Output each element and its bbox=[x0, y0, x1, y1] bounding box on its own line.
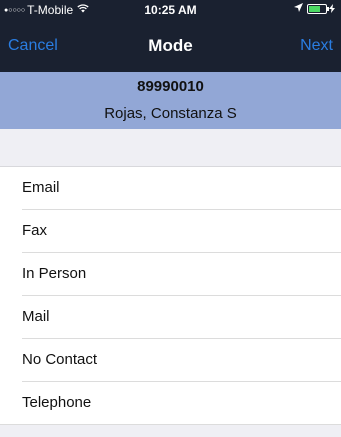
mode-option-label: Mail bbox=[22, 308, 50, 325]
mode-option-mail[interactable]: Mail bbox=[0, 296, 341, 339]
battery-fill bbox=[309, 6, 321, 12]
battery-icon bbox=[307, 4, 329, 14]
status-time: 10:25 AM bbox=[144, 3, 197, 17]
battery-nub bbox=[327, 7, 329, 11]
mode-option-email[interactable]: Email bbox=[0, 167, 341, 210]
list-footer bbox=[0, 429, 341, 437]
row-divider bbox=[0, 424, 341, 425]
status-bar: ●○○○○ T-Mobile 10:25 AM bbox=[0, 0, 341, 20]
status-right bbox=[294, 3, 335, 15]
location-arrow-icon bbox=[294, 3, 303, 15]
mode-option-no-contact[interactable]: No Contact bbox=[0, 339, 341, 382]
mode-option-label: Fax bbox=[22, 222, 48, 239]
next-button[interactable]: Next bbox=[300, 37, 333, 55]
record-name: Rojas, Constanza S bbox=[104, 105, 237, 122]
charging-bolt-icon bbox=[329, 3, 335, 15]
record-header: 89990010 Rojas, Constanza S bbox=[0, 72, 341, 129]
mode-option-label: No Contact bbox=[22, 351, 98, 368]
mode-list: Email Fax In Person Mail No Contact Tele… bbox=[0, 167, 341, 425]
record-id: 89990010 bbox=[137, 78, 204, 95]
mode-option-fax[interactable]: Fax bbox=[0, 210, 341, 253]
mode-option-telephone[interactable]: Telephone bbox=[0, 382, 341, 425]
mode-option-label: In Person bbox=[22, 265, 87, 282]
page-title: Mode bbox=[148, 36, 193, 55]
navigation-bar: Cancel Mode Next bbox=[0, 20, 341, 72]
mode-option-label: Email bbox=[22, 179, 60, 196]
mode-option-label: Telephone bbox=[22, 394, 92, 411]
section-spacer bbox=[0, 129, 341, 167]
mode-option-in-person[interactable]: In Person bbox=[0, 253, 341, 296]
